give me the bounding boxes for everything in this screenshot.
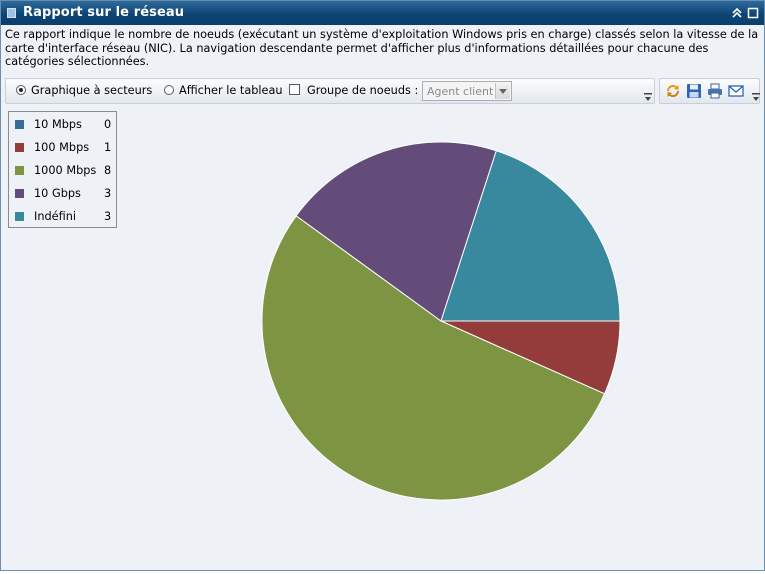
pie-chart-radio[interactable] <box>16 85 26 95</box>
toolbar-overflow-icon[interactable] <box>644 93 652 102</box>
legend-value: 3 <box>104 187 112 200</box>
legend-item[interactable]: 1000 Mbps 8 <box>9 162 118 180</box>
legend-value: 3 <box>104 210 112 223</box>
legend-swatch <box>15 166 24 175</box>
print-icon[interactable] <box>707 83 723 99</box>
report-toolbar: Graphique à secteurs Afficher le tableau… <box>5 78 760 105</box>
legend-value: 1 <box>104 141 112 154</box>
legend-value: 8 <box>104 164 112 177</box>
node-group-label: Groupe de noeuds : <box>307 84 419 97</box>
node-group-checkbox[interactable] <box>289 84 300 95</box>
legend-swatch <box>15 189 24 198</box>
legend-swatch <box>15 143 24 152</box>
report-window: Rapport sur le réseau Ce rapport indique… <box>0 0 765 571</box>
legend-swatch <box>15 120 24 129</box>
node-group-select[interactable]: Agent client <box>422 81 512 101</box>
view-options-bar: Graphique à secteurs Afficher le tableau… <box>5 78 655 104</box>
legend-item[interactable]: 10 Gbps 3 <box>9 185 118 203</box>
maximize-icon[interactable] <box>747 7 759 19</box>
legend-item[interactable]: Indéfini 3 <box>9 208 118 226</box>
actions-overflow-icon[interactable] <box>752 93 760 102</box>
save-icon[interactable] <box>686 83 702 99</box>
actions-bar <box>659 78 760 104</box>
title-bar: Rapport sur le réseau <box>1 1 764 25</box>
table-view-radio[interactable] <box>164 85 174 95</box>
pie-chart-label[interactable]: Graphique à secteurs <box>31 84 152 97</box>
window-title: Rapport sur le réseau <box>23 5 185 20</box>
window-icon <box>7 8 16 18</box>
chevron-down-icon[interactable] <box>495 83 510 99</box>
report-description: Ce rapport indique le nombre de noeuds (… <box>5 28 759 68</box>
chart-legend: 10 Mbps 0 100 Mbps 1 1000 Mbps 8 10 Gbps 3 Indéf… <box>8 111 117 228</box>
collapse-icon[interactable] <box>731 7 743 19</box>
legend-item[interactable]: 10 Mbps 0 <box>9 116 118 134</box>
legend-label: Indéfini <box>34 210 77 223</box>
legend-label: 100 Mbps <box>34 141 90 154</box>
legend-label: 10 Gbps <box>34 187 81 200</box>
email-icon[interactable] <box>728 83 744 99</box>
legend-label: 1000 Mbps <box>34 164 97 177</box>
legend-item[interactable]: 100 Mbps 1 <box>9 139 118 157</box>
node-group-select-value: Agent client <box>427 85 494 98</box>
legend-swatch <box>15 212 24 221</box>
refresh-icon[interactable] <box>665 83 681 99</box>
legend-label: 10 Mbps <box>34 118 82 131</box>
legend-value: 0 <box>104 118 112 131</box>
table-view-label[interactable]: Afficher le tableau <box>179 84 283 97</box>
